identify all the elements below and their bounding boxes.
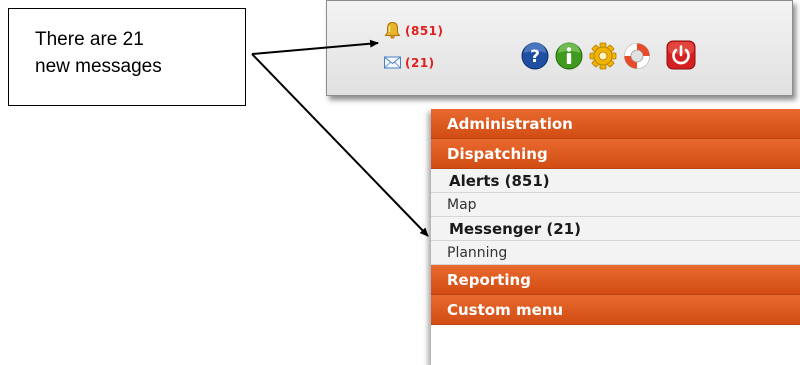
messages-count: (21) — [405, 55, 435, 70]
callout-box: There are 21 new messages — [8, 8, 246, 106]
menu-item-planning[interactable]: Planning — [431, 241, 800, 265]
power-icon[interactable] — [666, 40, 696, 70]
navigation-menu: Administration Dispatching Alerts (851) … — [431, 109, 800, 365]
toolbar: (851) (21) ? — [326, 0, 793, 96]
menu-header-custom-menu[interactable]: Custom menu — [431, 295, 800, 325]
menu-header-dispatching[interactable]: Dispatching — [431, 139, 800, 169]
callout-line-2: new messages — [35, 56, 162, 77]
help-icon[interactable]: ? — [521, 42, 549, 70]
menu-item-map[interactable]: Map — [431, 193, 800, 217]
messages-indicator[interactable]: (21) — [383, 53, 435, 72]
callout-text: There are 21 new messages — [35, 26, 235, 80]
alerts-indicator[interactable]: (851) — [383, 21, 444, 40]
lifebuoy-icon[interactable] — [623, 42, 651, 70]
alerts-count: (851) — [405, 23, 444, 38]
menu-item-messenger[interactable]: Messenger (21) — [431, 217, 800, 241]
envelope-icon — [383, 53, 402, 72]
menu-item-alerts[interactable]: Alerts (851) — [431, 169, 800, 193]
settings-gear-icon[interactable] — [589, 42, 617, 70]
menu-header-administration[interactable]: Administration — [431, 109, 800, 139]
info-icon[interactable] — [555, 42, 583, 70]
callout-line-1: There are 21 — [35, 29, 144, 50]
bell-icon — [383, 21, 402, 40]
svg-text:?: ? — [530, 47, 540, 67]
menu-header-reporting[interactable]: Reporting — [431, 265, 800, 295]
